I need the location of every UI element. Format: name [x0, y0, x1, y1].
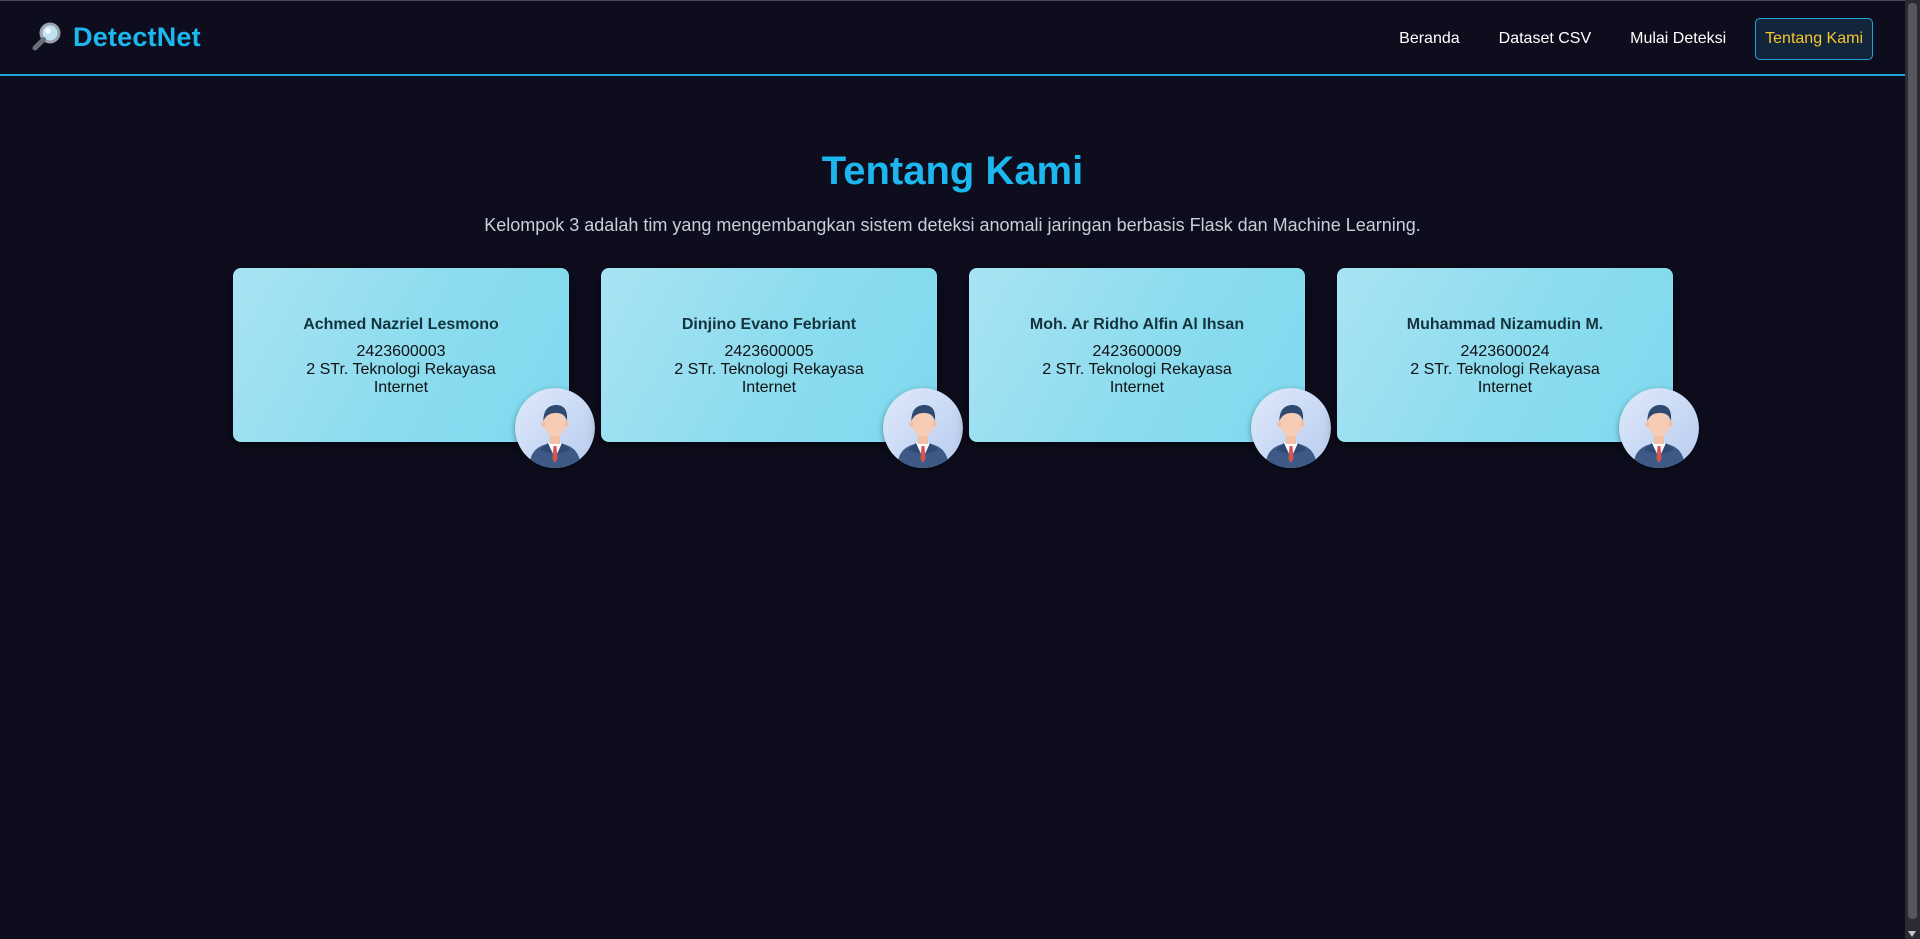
member-name: Achmed Nazriel Lesmono [303, 316, 499, 333]
person-avatar-icon [1251, 388, 1331, 468]
member-nim: 2423600003 [356, 343, 446, 360]
member-name: Moh. Ar Ridho Alfin Al Ihsan [1029, 316, 1245, 333]
person-avatar-icon [515, 388, 595, 468]
member-name: Dinjino Evano Febriant [681, 316, 857, 333]
member-card: Moh. Ar Ridho Alfin Al Ihsan 2423600009 … [969, 268, 1331, 468]
nav-item-mulai-deteksi[interactable]: Mulai Deteksi [1620, 18, 1736, 60]
member-nim: 2423600024 [1460, 343, 1550, 360]
nav-item-tentang-kami[interactable]: Tentang Kami [1755, 18, 1873, 60]
brand-logo[interactable]: DetectNet [31, 20, 201, 54]
member-program: 2 STr. Teknologi Rekayasa Internet [674, 361, 864, 396]
member-card: Muhammad Nizamudin M. 2423600024 2 STr. … [1337, 268, 1699, 468]
main-nav: Beranda Dataset CSV Mulai Deteksi Tentan… [1370, 18, 1873, 60]
nav-item-beranda[interactable]: Beranda [1389, 18, 1470, 60]
vertical-scrollbar[interactable] [1905, 0, 1920, 939]
nav-item-dataset-csv[interactable]: Dataset CSV [1489, 18, 1601, 60]
person-avatar-icon [883, 388, 963, 468]
person-avatar-icon [1619, 388, 1699, 468]
member-program: 2 STr. Teknologi Rekayasa Internet [306, 361, 496, 396]
scrollbar-thumb[interactable] [1908, 3, 1917, 919]
scroll-down-arrow-icon[interactable] [1908, 931, 1916, 937]
member-nim: 2423600005 [724, 343, 814, 360]
member-program: 2 STr. Teknologi Rekayasa Internet [1042, 361, 1232, 396]
brand-name: DetectNet [73, 21, 201, 52]
member-card: Dinjino Evano Febriant 2423600005 2 STr.… [601, 268, 963, 468]
team-cards: Achmed Nazriel Lesmono 2423600003 2 STr.… [233, 268, 1699, 468]
navbar: DetectNet Beranda Dataset CSV Mulai Dete… [0, 1, 1905, 76]
page: DetectNet Beranda Dataset CSV Mulai Dete… [0, 0, 1905, 939]
magnifier-icon [32, 22, 61, 51]
page-subtitle: Kelompok 3 adalah tim yang mengembangkan… [484, 215, 1421, 235]
member-card: Achmed Nazriel Lesmono 2423600003 2 STr.… [233, 268, 595, 468]
member-nim: 2423600009 [1092, 343, 1182, 360]
member-name: Muhammad Nizamudin M. [1406, 316, 1604, 333]
member-program: 2 STr. Teknologi Rekayasa Internet [1410, 361, 1600, 396]
page-title: Tentang Kami [821, 149, 1084, 193]
